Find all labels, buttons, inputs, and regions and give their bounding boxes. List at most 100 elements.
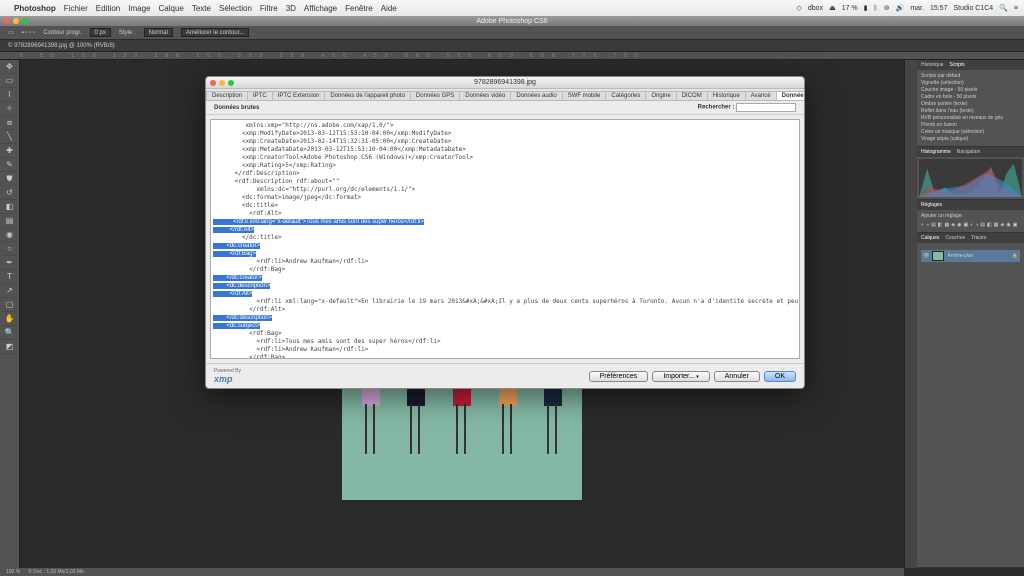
tab-origin[interactable]: Origine: [645, 91, 676, 100]
adjustment-icon[interactable]: ▣: [1013, 222, 1018, 229]
adjustments-tab[interactable]: Réglages: [921, 202, 942, 208]
blur-tool-icon[interactable]: ◉: [0, 228, 19, 242]
navigator-tab[interactable]: Navigation: [957, 149, 981, 155]
stamp-tool-icon[interactable]: ⛊: [0, 172, 19, 186]
tab-history[interactable]: Historique: [707, 91, 746, 100]
pen-tool-icon[interactable]: ✒: [0, 256, 19, 270]
adjustment-icon[interactable]: ◐: [921, 222, 924, 229]
import-button[interactable]: Importer...: [652, 371, 709, 382]
tab-dicom[interactable]: DICOM: [676, 91, 708, 100]
adjustment-icon[interactable]: ◈: [1001, 222, 1005, 229]
zoom-tool-icon[interactable]: 🔍: [0, 326, 19, 340]
script-item[interactable]: Plomb en fusion: [921, 122, 1020, 129]
menu-layer[interactable]: Calque: [159, 4, 184, 13]
adjustment-icon[interactable]: ◈: [951, 222, 955, 229]
tab-iptc-extension[interactable]: IPTC Extension: [272, 91, 326, 100]
adjustment-icon[interactable]: ◧: [987, 222, 992, 229]
menu-3d[interactable]: 3D: [286, 4, 296, 13]
menu-image[interactable]: Image: [128, 4, 150, 13]
adjustment-icon[interactable]: ◑: [975, 222, 978, 229]
clock-day[interactable]: mar.: [910, 5, 924, 12]
close-window-icon[interactable]: [4, 18, 10, 24]
tab-gps-data[interactable]: Données GPS: [410, 91, 460, 100]
hand-tool-icon[interactable]: ✋: [0, 312, 19, 326]
script-item[interactable]: Reflet dans l'eau (texte): [921, 108, 1020, 115]
dialog-titlebar[interactable]: 9782896941398.jpg: [206, 77, 804, 89]
adjustment-icon[interactable]: ◐: [970, 222, 973, 229]
preferences-button[interactable]: Préférences: [589, 371, 649, 382]
adjustment-icon[interactable]: ◉: [957, 222, 961, 229]
user-name[interactable]: Studio C1C4: [953, 5, 993, 12]
healing-tool-icon[interactable]: ✚: [0, 144, 19, 158]
script-item[interactable]: Scripts par défaut: [921, 73, 1020, 80]
wand-tool-icon[interactable]: ✧: [0, 102, 19, 116]
script-item[interactable]: Cadre en bois - 50 pixels: [921, 94, 1020, 101]
tab-raw-data[interactable]: Données brutes: [776, 91, 804, 100]
tab-camera-data[interactable]: Données de l'appareil photo: [324, 91, 411, 100]
scripts-tab[interactable]: Scripts: [950, 62, 965, 68]
tab-description[interactable]: Description: [206, 91, 248, 100]
script-item[interactable]: Vignette (sélection): [921, 80, 1020, 87]
search-input[interactable]: [736, 103, 796, 112]
adjustment-icon[interactable]: ◉: [1006, 222, 1010, 229]
menu-view[interactable]: Affichage: [304, 4, 337, 13]
script-item[interactable]: Couche image - 50 pixels: [921, 87, 1020, 94]
spotlight-icon[interactable]: 🔍: [999, 4, 1008, 12]
zoom-level[interactable]: 100 %: [6, 569, 20, 575]
style-select[interactable]: Normal: [144, 28, 173, 37]
menu-select[interactable]: Sélection: [219, 4, 252, 13]
menu-window[interactable]: Fenêtre: [345, 4, 373, 13]
adjustment-icon[interactable]: ▤: [931, 222, 936, 229]
history-brush-tool-icon[interactable]: ↺: [0, 186, 19, 200]
script-item[interactable]: Virage sépia (calque): [921, 136, 1020, 143]
layer-row[interactable]: 👁 Arrière-plan 🔒: [921, 250, 1020, 262]
dialog-minimize-icon[interactable]: [219, 80, 225, 86]
eyedropper-tool-icon[interactable]: ╲: [0, 130, 19, 144]
gradient-tool-icon[interactable]: ▤: [0, 214, 19, 228]
type-tool-icon[interactable]: T: [0, 270, 19, 284]
adjustment-icon[interactable]: ◧: [938, 222, 943, 229]
wifi-icon[interactable]: ⊚: [884, 4, 890, 12]
tab-advanced[interactable]: Avancé: [745, 91, 777, 100]
adjustment-icon[interactable]: ◑: [926, 222, 929, 229]
bluetooth-icon[interactable]: ᛒ: [874, 5, 878, 12]
notification-icon[interactable]: ≡: [1014, 5, 1018, 12]
tab-swf-mobile[interactable]: SWF mobile: [562, 91, 607, 100]
fg-bg-color-icon[interactable]: ◩: [0, 340, 19, 354]
tab-categories[interactable]: Catégories: [605, 91, 646, 100]
battery-icon[interactable]: ▮: [864, 4, 868, 12]
script-item[interactable]: Ombre portée (texte): [921, 101, 1020, 108]
minimize-window-icon[interactable]: [13, 18, 19, 24]
volume-icon[interactable]: 🔊: [896, 4, 905, 12]
document-tab[interactable]: © 9782896941398.jpg @ 100% (RVB/8): [0, 40, 1024, 52]
cancel-button[interactable]: Annuler: [714, 371, 760, 382]
move-tool-icon[interactable]: ✥: [0, 60, 19, 74]
ok-button[interactable]: OK: [764, 371, 796, 382]
battery-percent[interactable]: 17 %: [842, 5, 858, 12]
xml-textarea[interactable]: xmlns:xmp="http://ns.adobe.com/xap/1.0/"…: [210, 119, 800, 359]
eraser-tool-icon[interactable]: ◧: [0, 200, 19, 214]
menu-text[interactable]: Texte: [192, 4, 211, 13]
marquee-tool-icon[interactable]: ▭: [0, 74, 19, 88]
marquee-tool-icon[interactable]: ▭: [8, 29, 14, 36]
script-item[interactable]: RVB personnalisé en niveaux de gris: [921, 115, 1020, 122]
refine-edge-button[interactable]: Améliorer le contour...: [181, 28, 249, 37]
layer-thumbnail[interactable]: [932, 251, 944, 261]
adjustment-icon[interactable]: ▣: [964, 222, 969, 229]
menu-filter[interactable]: Filtre: [260, 4, 278, 13]
path-tool-icon[interactable]: ↗: [0, 284, 19, 298]
clock-time[interactable]: 15:57: [930, 5, 948, 12]
adjustment-icon[interactable]: ▤: [980, 222, 985, 229]
menu-file[interactable]: Fichier: [64, 4, 88, 13]
channels-tab[interactable]: Couches: [945, 235, 965, 241]
tab-video-data[interactable]: Données vidéo: [459, 91, 511, 100]
tab-audio-data[interactable]: Données audio: [510, 91, 562, 100]
script-item[interactable]: Créer un masque (sélection): [921, 129, 1020, 136]
adjustment-icon[interactable]: ▦: [994, 222, 999, 229]
menu-edit[interactable]: Edition: [96, 4, 120, 13]
panel-dock[interactable]: [905, 60, 917, 568]
layers-tab[interactable]: Calques: [921, 235, 939, 241]
dbox-icon[interactable]: dbox: [808, 5, 823, 12]
history-tab[interactable]: Historique: [921, 62, 944, 68]
eject-icon[interactable]: ⏏: [829, 4, 836, 12]
